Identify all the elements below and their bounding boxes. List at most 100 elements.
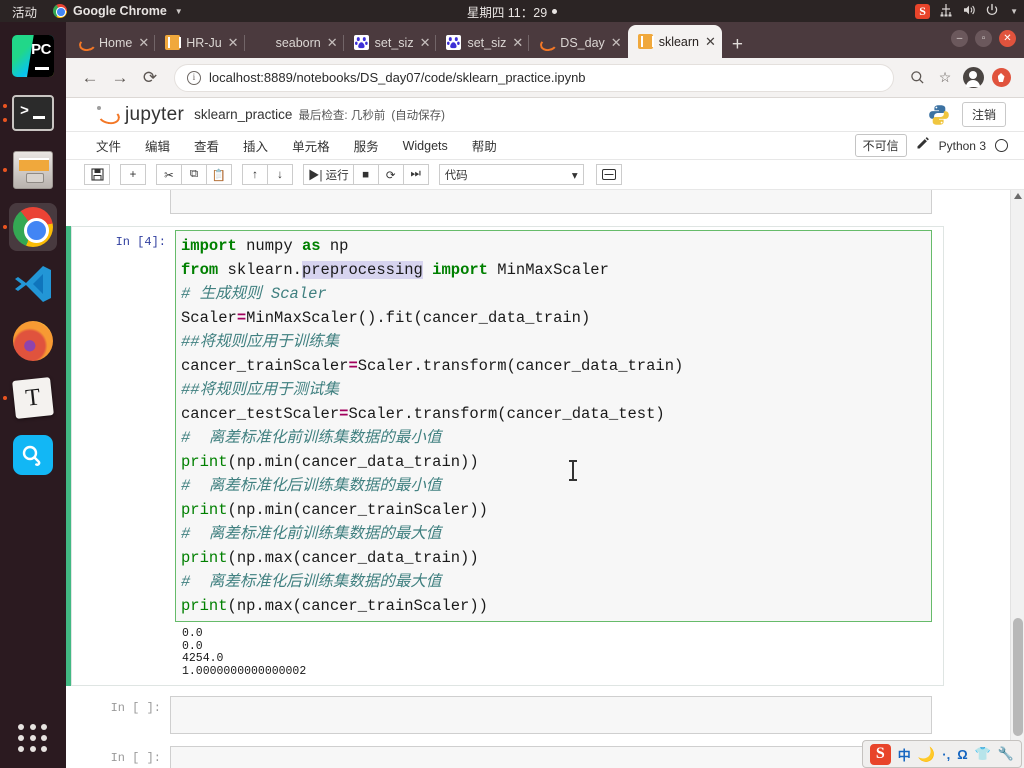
trust-badge[interactable]: 不可信 bbox=[854, 134, 907, 157]
code-cell-partial-above[interactable]: # 直接返回结果，返回每一条样本数据的标签 bbox=[66, 190, 944, 218]
sogou-logo-icon[interactable]: S bbox=[869, 743, 891, 765]
notebook-body[interactable]: # 直接返回结果，返回每一条样本数据的标签 In [4]: import num… bbox=[66, 190, 1024, 768]
cut-button[interactable]: ✂ bbox=[156, 164, 182, 185]
address-bar[interactable]: i localhost:8889/notebooks/DS_day07/code… bbox=[174, 63, 894, 92]
browser-tab-seaborn[interactable]: seaborn ✕ bbox=[243, 27, 344, 58]
volume-icon[interactable] bbox=[962, 3, 976, 20]
cell-prompt: In [ ]: bbox=[110, 701, 161, 715]
maximize-button[interactable]: ▫ bbox=[975, 30, 992, 47]
interrupt-kernel-button[interactable]: ■ bbox=[352, 164, 379, 185]
scrollbar-thumb[interactable] bbox=[1013, 618, 1023, 736]
move-cell-up-button[interactable]: ↑ bbox=[242, 164, 268, 185]
browser-tab-sklearn[interactable]: sklearn ✕ bbox=[627, 25, 722, 58]
cell-input[interactable]: # 直接返回结果，返回每一条样本数据的标签 bbox=[170, 190, 932, 214]
show-applications-button[interactable] bbox=[18, 724, 48, 752]
cell-input[interactable]: import numpy as np from sklearn.preproce… bbox=[175, 230, 932, 622]
minimize-button[interactable]: – bbox=[951, 30, 968, 47]
menu-cell[interactable]: 单元格 bbox=[280, 132, 342, 159]
dock-item-chrome[interactable] bbox=[3, 203, 57, 251]
toolbar-group-save bbox=[84, 164, 110, 185]
menu-view[interactable]: 查看 bbox=[182, 132, 231, 159]
tab-title: set_siz bbox=[467, 35, 507, 50]
move-cell-down-button[interactable]: ↓ bbox=[267, 164, 293, 185]
forward-icon[interactable]: → bbox=[106, 64, 134, 92]
close-icon[interactable]: ✕ bbox=[327, 35, 338, 51]
jupyter-header-right: 注销 bbox=[928, 102, 1006, 127]
jupyter-header: jupyter sklearn_practice 最后检查: 几秒前 (自动保存… bbox=[66, 98, 1024, 132]
close-icon[interactable]: ✕ bbox=[228, 35, 239, 51]
close-icon[interactable]: ✕ bbox=[420, 35, 431, 51]
dock-item-pycharm[interactable]: PC bbox=[9, 32, 57, 80]
dock-item-qq[interactable] bbox=[9, 431, 57, 479]
dock-item-firefox[interactable] bbox=[9, 317, 57, 365]
back-icon[interactable]: ← bbox=[76, 64, 104, 92]
code-cell-minmax[interactable]: In [4]: import numpy as np from sklearn.… bbox=[66, 226, 944, 686]
empty-code-cell-1[interactable]: In [ ]: bbox=[66, 692, 944, 738]
menu-kernel[interactable]: 服务 bbox=[342, 132, 391, 159]
dock-item-vscode[interactable] bbox=[9, 260, 57, 308]
empty-code-cell-2[interactable]: In [ ]: bbox=[66, 742, 944, 768]
new-tab-button[interactable]: + bbox=[722, 35, 755, 58]
network-icon[interactable] bbox=[939, 3, 953, 20]
copy-button[interactable]: ⧉ bbox=[181, 164, 207, 185]
bookmark-star-icon[interactable]: ☆ bbox=[932, 65, 958, 91]
clock[interactable]: 星期四 11：29 bbox=[0, 2, 1024, 21]
menu-insert[interactable]: 插入 bbox=[231, 132, 280, 159]
cell-input[interactable] bbox=[170, 696, 932, 734]
tab-title: DS_day bbox=[560, 35, 605, 50]
restart-run-all-button[interactable]: ⏭ bbox=[402, 164, 429, 185]
close-icon[interactable]: ✕ bbox=[512, 35, 523, 51]
close-icon[interactable]: ✕ bbox=[705, 34, 716, 50]
extension-icon[interactable] bbox=[988, 65, 1014, 91]
command-palette-button[interactable] bbox=[595, 164, 622, 185]
menu-help[interactable]: 帮助 bbox=[460, 132, 509, 159]
browser-tab-hr-ju[interactable]: HR-Ju ✕ bbox=[154, 27, 244, 58]
tab-title: Home bbox=[99, 35, 133, 50]
notebook-name[interactable]: sklearn_practice bbox=[194, 107, 292, 122]
kernel-name: Python 3 bbox=[938, 138, 986, 153]
cell-input[interactable] bbox=[170, 746, 932, 768]
dock-item-terminal[interactable] bbox=[3, 89, 57, 137]
punctuation-icon[interactable]: ·, bbox=[942, 747, 950, 762]
run-button[interactable]: ▶| 运行 bbox=[303, 164, 354, 185]
profile-avatar-icon[interactable] bbox=[960, 65, 986, 91]
system-menu-chevron-icon[interactable]: ▼ bbox=[1010, 7, 1018, 16]
terminal-icon bbox=[12, 95, 54, 131]
reload-icon[interactable]: ⟳ bbox=[136, 64, 164, 92]
paste-button[interactable]: 📋 bbox=[206, 164, 232, 185]
scroll-up-arrow-icon[interactable] bbox=[1014, 193, 1022, 199]
moon-icon[interactable]: 🌙 bbox=[918, 746, 935, 763]
page-scrollbar[interactable] bbox=[1010, 190, 1024, 768]
menu-edit[interactable]: 编辑 bbox=[133, 132, 182, 159]
restart-kernel-button[interactable]: ⟳ bbox=[377, 164, 404, 185]
python-logo-icon bbox=[928, 104, 950, 126]
input-mode-chinese-icon[interactable]: 中 bbox=[898, 745, 911, 764]
symbol-omega-icon[interactable]: Ω bbox=[957, 747, 967, 762]
save-button[interactable] bbox=[84, 164, 110, 185]
close-window-button[interactable]: ✕ bbox=[999, 30, 1016, 47]
sogou-tray-icon[interactable]: S bbox=[915, 3, 931, 19]
browser-tab-ds-day[interactable]: DS_day ✕ bbox=[528, 27, 627, 58]
cell-type-select[interactable]: 代码 ▾ bbox=[438, 164, 584, 185]
tab-title: seaborn bbox=[275, 35, 321, 50]
insert-cell-button[interactable]: + bbox=[120, 164, 146, 185]
dock-item-files[interactable] bbox=[3, 146, 57, 194]
dock-item-typora[interactable]: T bbox=[3, 374, 57, 422]
logout-button[interactable]: 注销 bbox=[961, 102, 1006, 127]
power-icon[interactable] bbox=[985, 3, 999, 20]
tools-icon[interactable]: 🔧 bbox=[998, 746, 1014, 762]
sogou-ime-bar[interactable]: S 中 🌙 ·, Ω 👕 🔧 bbox=[861, 740, 1022, 768]
menu-file[interactable]: 文件 bbox=[84, 132, 133, 159]
menu-widgets[interactable]: Widgets bbox=[391, 135, 460, 157]
edit-pencil-icon[interactable] bbox=[916, 136, 930, 155]
site-info-icon[interactable]: i bbox=[187, 70, 201, 85]
firefox-icon bbox=[13, 321, 53, 361]
zoom-icon[interactable] bbox=[904, 65, 930, 91]
jupyter-logo[interactable]: jupyter bbox=[96, 104, 184, 126]
browser-tab-home[interactable]: Home ✕ bbox=[68, 27, 155, 58]
browser-tab-set-size-1[interactable]: set_siz ✕ bbox=[342, 27, 437, 58]
browser-tab-set-size-2[interactable]: set_siz ✕ bbox=[435, 27, 529, 58]
skin-icon[interactable]: 👕 bbox=[975, 746, 991, 762]
close-icon[interactable]: ✕ bbox=[611, 35, 622, 51]
close-icon[interactable]: ✕ bbox=[138, 35, 149, 51]
